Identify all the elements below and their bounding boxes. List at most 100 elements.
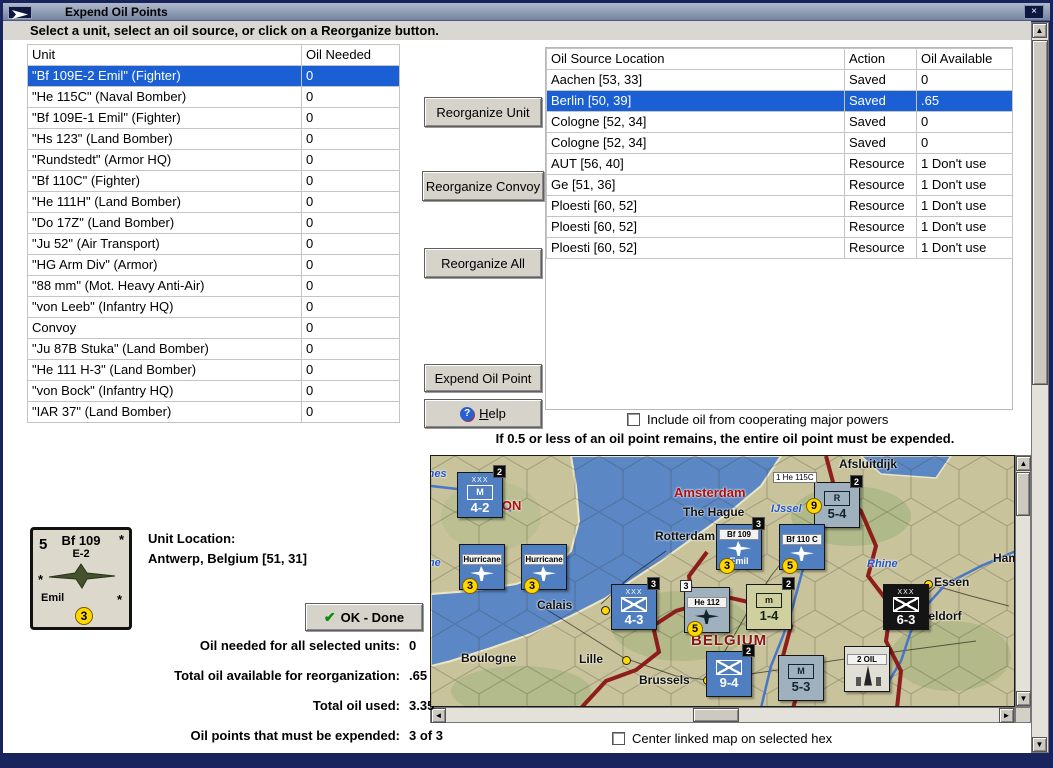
oil-source-row[interactable]: Aachen [53, 33] Saved 0 <box>546 69 1013 91</box>
map-unit-counter[interactable]: XXX 6-3 <box>883 584 929 630</box>
oil-available-cell[interactable]: 1 Don't use <box>916 195 1013 217</box>
unit-row[interactable]: "von Bock" (Infantry HQ) 0 <box>27 380 400 402</box>
oil-needed-cell[interactable]: 0 <box>301 401 400 423</box>
unit-name-cell[interactable]: "Rundstedt" (Armor HQ) <box>27 149 302 171</box>
include-oil-checkbox[interactable] <box>627 413 640 426</box>
map-horizontal-scrollbar[interactable]: ◄ ► <box>430 707 1015 723</box>
expend-oil-point-button[interactable]: Expend Oil Point <box>424 364 542 392</box>
oil-needed-cell[interactable]: 0 <box>301 107 400 129</box>
unit-row[interactable]: "He 111 H-3" (Land Bomber) 0 <box>27 359 400 381</box>
unit-row[interactable]: "Bf 109E-1 Emil" (Fighter) 0 <box>27 107 400 129</box>
unit-row[interactable]: "IAR 37" (Land Bomber) 0 <box>27 401 400 423</box>
unit-row[interactable]: "Do 17Z" (Land Bomber) 0 <box>27 212 400 234</box>
map-unit-counter[interactable]: 9-4 2 <box>706 644 755 697</box>
unit-name-cell[interactable]: "Do 17Z" (Land Bomber) <box>27 212 302 234</box>
include-oil-label[interactable]: Include oil from cooperating major power… <box>647 412 888 427</box>
map-unit-counter[interactable]: m 1-4 2 <box>746 577 795 630</box>
map-unit-counter[interactable]: Hurricane 3 <box>459 544 505 594</box>
oil-needed-cell[interactable]: 0 <box>301 275 400 297</box>
unit-row[interactable]: Convoy 0 <box>27 317 400 339</box>
action-cell[interactable]: Saved <box>844 132 917 154</box>
action-cell[interactable]: Saved <box>844 90 917 112</box>
map-hscroll-thumb[interactable] <box>693 708 739 722</box>
oil-available-cell[interactable]: 1 Don't use <box>916 174 1013 196</box>
unit-name-cell[interactable]: "Hs 123" (Land Bomber) <box>27 128 302 150</box>
unit-name-cell[interactable]: "HG Arm Div" (Armor) <box>27 254 302 276</box>
unit-name-cell[interactable]: "He 111H" (Land Bomber) <box>27 191 302 213</box>
help-button[interactable]: ? Help <box>424 399 542 428</box>
unit-row[interactable]: "Hs 123" (Land Bomber) 0 <box>27 128 400 150</box>
oil-source-row[interactable]: Ploesti [60, 52] Resource 1 Don't use <box>546 216 1013 238</box>
oil-needed-cell[interactable]: 0 <box>301 191 400 213</box>
oil-available-cell[interactable]: 0 <box>916 132 1013 154</box>
unit-name-cell[interactable]: "Ju 87B Stuka" (Land Bomber) <box>27 338 302 360</box>
map-unit-counter[interactable]: 2 OIL <box>844 646 890 692</box>
oil-available-cell[interactable]: 1 Don't use <box>916 237 1013 259</box>
unit-name-cell[interactable]: "He 111 H-3" (Land Bomber) <box>27 359 302 381</box>
oil-location-cell[interactable]: Aachen [53, 33] <box>546 69 845 91</box>
oil-needed-cell[interactable]: 0 <box>301 296 400 318</box>
action-cell[interactable]: Saved <box>844 111 917 133</box>
oil-available-cell[interactable]: 1 Don't use <box>916 153 1013 175</box>
oil-source-row[interactable]: Cologne [52, 34] Saved 0 <box>546 132 1013 154</box>
unit-name-cell[interactable]: "IAR 37" (Land Bomber) <box>27 401 302 423</box>
map-vertical-scrollbar[interactable]: ▲ ▼ <box>1015 455 1031 707</box>
unit-name-cell[interactable]: "Ju 52" (Air Transport) <box>27 233 302 255</box>
unit-row[interactable]: "Bf 110C" (Fighter) 0 <box>27 170 400 192</box>
oil-location-cell[interactable]: Berlin [50, 39] <box>546 90 845 112</box>
action-cell[interactable]: Resource <box>844 216 917 238</box>
map-unit-counter[interactable]: XXX 4-3 3 <box>611 577 660 630</box>
oil-source-row[interactable]: Ge [51, 36] Resource 1 Don't use <box>546 174 1013 196</box>
oil-available-cell[interactable]: 0 <box>916 111 1013 133</box>
close-button[interactable]: × <box>1024 5 1044 19</box>
oil-source-row[interactable]: Ploesti [60, 52] Resource 1 Don't use <box>546 195 1013 217</box>
unit-name-cell[interactable]: "Bf 109E-2 Emil" (Fighter) <box>27 65 302 87</box>
scroll-down-icon[interactable]: ▼ <box>1016 691 1031 706</box>
oil-location-cell[interactable]: Ploesti [60, 52] <box>546 237 845 259</box>
oil-needed-cell[interactable]: 0 <box>301 86 400 108</box>
action-cell[interactable]: Resource <box>844 153 917 175</box>
action-cell[interactable]: Saved <box>844 69 917 91</box>
reorganize-convoy-button[interactable]: Reorganize Convoy <box>422 171 544 201</box>
oil-needed-cell[interactable]: 0 <box>301 254 400 276</box>
action-cell[interactable]: Resource <box>844 174 917 196</box>
reorganize-unit-button[interactable]: Reorganize Unit <box>424 97 542 127</box>
oil-needed-cell[interactable]: 0 <box>301 212 400 234</box>
map-unit-counter[interactable]: Bf 109 Emil 3 3 <box>716 517 765 574</box>
scroll-down-icon[interactable]: ▼ <box>1032 737 1047 752</box>
oil-needed-cell[interactable]: 0 <box>301 338 400 360</box>
unit-name-cell[interactable]: "He 115C" (Naval Bomber) <box>27 86 302 108</box>
oil-location-cell[interactable]: Cologne [52, 34] <box>546 132 845 154</box>
unit-name-cell[interactable]: "88 mm" (Mot. Heavy Anti-Air) <box>27 275 302 297</box>
unit-row[interactable]: "He 111H" (Land Bomber) 0 <box>27 191 400 213</box>
map-unit-counter[interactable]: Hurricane 3 <box>521 544 567 594</box>
unit-name-cell[interactable]: "von Leeb" (Infantry HQ) <box>27 296 302 318</box>
oil-source-row[interactable]: Ploesti [60, 52] Resource 1 Don't use <box>546 237 1013 259</box>
oil-location-cell[interactable]: Ploesti [60, 52] <box>546 216 845 238</box>
center-map-checkbox[interactable] <box>612 732 625 745</box>
scroll-up-icon[interactable]: ▲ <box>1032 23 1047 38</box>
oil-available-cell[interactable]: 1 Don't use <box>916 216 1013 238</box>
action-cell[interactable]: Resource <box>844 237 917 259</box>
unit-name-cell[interactable]: "Bf 110C" (Fighter) <box>27 170 302 192</box>
title-bar[interactable]: Expend Oil Points × <box>3 3 1050 21</box>
unit-row[interactable]: "Ju 52" (Air Transport) 0 <box>27 233 400 255</box>
oil-needed-cell[interactable]: 0 <box>301 233 400 255</box>
map-unit-counter[interactable]: M 5-3 <box>778 655 824 701</box>
map-unit-counter[interactable]: Bf 110 C 5 <box>779 524 825 574</box>
oil-location-cell[interactable]: Ploesti [60, 52] <box>546 195 845 217</box>
unit-row[interactable]: "He 115C" (Naval Bomber) 0 <box>27 86 400 108</box>
unit-row[interactable]: "Ju 87B Stuka" (Land Bomber) 0 <box>27 338 400 360</box>
unit-name-cell[interactable]: "Bf 109E-1 Emil" (Fighter) <box>27 107 302 129</box>
action-cell[interactable]: Resource <box>844 195 917 217</box>
oil-location-cell[interactable]: Cologne [52, 34] <box>546 111 845 133</box>
oil-available-cell[interactable]: .65 <box>916 90 1013 112</box>
oil-needed-cell[interactable]: 0 <box>301 149 400 171</box>
oil-needed-cell[interactable]: 0 <box>301 380 400 402</box>
unit-name-cell[interactable]: "von Bock" (Infantry HQ) <box>27 380 302 402</box>
map-viewport[interactable]: Thames Afsluitdijk Amsterdam The Hague R… <box>430 455 1015 707</box>
oil-location-cell[interactable]: AUT [56, 40] <box>546 153 845 175</box>
oil-available-cell[interactable]: 0 <box>916 69 1013 91</box>
map-unit-counter[interactable]: He 112 5 3 <box>680 580 730 637</box>
oil-needed-cell[interactable]: 0 <box>301 359 400 381</box>
